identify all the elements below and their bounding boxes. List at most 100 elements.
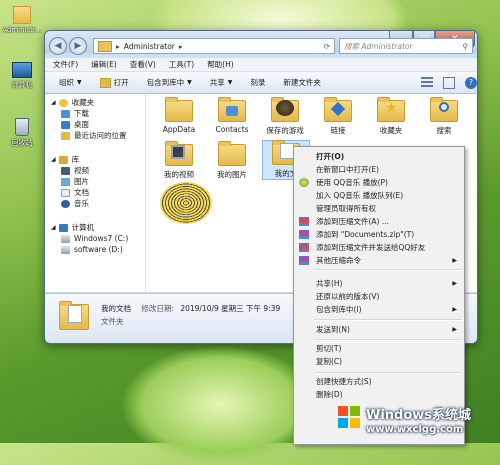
menu-item-send-to[interactable]: 发送到(N) ▶ bbox=[294, 323, 464, 336]
desktop-icon-label: 回收站 bbox=[11, 139, 33, 147]
menu-item-label: 打开(O) bbox=[316, 152, 345, 161]
nav-item-pictures[interactable]: 图片 bbox=[45, 176, 145, 187]
download-icon bbox=[61, 109, 70, 118]
refresh-icon[interactable]: ⟳ bbox=[324, 42, 330, 51]
nav-libraries-header[interactable]: ◢ 库 bbox=[45, 154, 145, 165]
site-watermark: Windows系统城 www.wxclgg.com bbox=[330, 400, 498, 442]
contacts-folder-icon bbox=[218, 97, 246, 122]
menu-item-include-library[interactable]: 包含到库中(I) ▶ bbox=[294, 303, 464, 316]
include-library-button[interactable]: 包含到库中 ▼ bbox=[147, 77, 192, 88]
help-icon[interactable]: ? bbox=[465, 76, 477, 89]
menu-item-add-to-zip[interactable]: 添加到 "Documents.zip"(T) bbox=[294, 228, 464, 241]
menu-edit[interactable]: 编辑(E) bbox=[91, 59, 117, 70]
nav-item-drive-c[interactable]: Windows7 (C:) bbox=[45, 233, 145, 244]
menu-item-label: 管理员取得所有权 bbox=[316, 204, 376, 213]
menu-item-share[interactable]: 共享(H) ▶ bbox=[294, 277, 464, 290]
file-item-favorites[interactable]: ★ 收藏夹 bbox=[368, 97, 414, 136]
menu-item-restore-previous[interactable]: 还原以前的版本(V) bbox=[294, 290, 464, 303]
menu-item-label: 剪切(T) bbox=[316, 344, 342, 353]
nav-item-videos[interactable]: 视频 bbox=[45, 165, 145, 176]
search-icon[interactable]: ⚲ bbox=[463, 42, 469, 51]
file-item-saved-games[interactable]: 保存的游戏 bbox=[262, 97, 308, 136]
chevron-down-icon: ◢ bbox=[51, 224, 56, 231]
nav-favorites-header[interactable]: ◢ 收藏夹 bbox=[45, 97, 145, 108]
menu-item-label: 加入 QQ音乐 播放队列(E) bbox=[316, 191, 404, 200]
view-options-icon[interactable] bbox=[421, 76, 433, 89]
menu-item-copy[interactable]: 复制(C) bbox=[294, 355, 464, 368]
menu-item-label: 添加到压缩文件(A) ... bbox=[316, 217, 390, 226]
menu-item-open[interactable]: 打开(O) bbox=[294, 150, 464, 163]
back-button[interactable]: ◀ bbox=[49, 37, 67, 55]
scribble-decoration bbox=[160, 182, 212, 224]
watermark-url: www.wxclgg.com bbox=[366, 424, 464, 435]
nav-label: 库 bbox=[71, 155, 80, 164]
menu-item-create-shortcut[interactable]: 创建快捷方式(S) bbox=[294, 375, 464, 388]
desktop-icon-administrator[interactable]: Administr... bbox=[0, 6, 44, 34]
music-icon bbox=[61, 199, 70, 208]
nav-label: 计算机 bbox=[71, 223, 95, 232]
menu-separator bbox=[314, 372, 462, 374]
breadcrumb[interactable]: Administrator bbox=[124, 42, 175, 51]
nav-item-downloads[interactable]: 下载 bbox=[45, 108, 145, 119]
file-item-my-videos[interactable]: 我的视频 bbox=[156, 141, 202, 180]
address-bar[interactable]: ▸ Administrator ▸ ⟳ bbox=[93, 38, 335, 54]
forward-button[interactable]: ▶ bbox=[69, 37, 87, 55]
organize-button[interactable]: 组织 ▼ bbox=[59, 77, 82, 88]
nav-item-drive-d[interactable]: software (D:) bbox=[45, 244, 145, 255]
nav-computer-header[interactable]: ◢ 计算机 bbox=[45, 222, 145, 233]
menu-item-open-new-window[interactable]: 在新窗口中打开(E) bbox=[294, 163, 464, 176]
details-modified-value: 2019/10/9 星期三 下午 9:39 bbox=[180, 304, 281, 313]
organize-label: 组织 bbox=[59, 78, 74, 87]
open-icon bbox=[99, 77, 111, 88]
open-label: 打开 bbox=[113, 78, 129, 87]
menu-item-label: 复制(C) bbox=[316, 357, 343, 366]
documents-icon bbox=[61, 188, 70, 197]
desktop-icon-recycle-bin[interactable]: 回收站 bbox=[0, 118, 44, 148]
windows-logo-icon bbox=[338, 406, 360, 428]
menu-item-label: 其他压缩命令 bbox=[316, 256, 361, 265]
nav-label: 图片 bbox=[74, 177, 89, 186]
menu-item-archive-send-qq[interactable]: 添加到压缩文件并发送给QQ好友 bbox=[294, 241, 464, 254]
share-button[interactable]: 共享 ▼ bbox=[210, 77, 233, 88]
nav-item-desktop[interactable]: 桌面 bbox=[45, 119, 145, 130]
nav-item-documents[interactable]: 文档 bbox=[45, 187, 145, 198]
details-line-1: 我的文档 修改日期: 2019/10/9 星期三 下午 9:39 bbox=[101, 303, 280, 314]
menu-file[interactable]: 文件(F) bbox=[53, 59, 78, 70]
menu-item-qq-music-play[interactable]: 使用 QQ音乐 播放(P) bbox=[294, 176, 464, 189]
file-item-contacts[interactable]: Contacts bbox=[209, 97, 255, 134]
folder-icon bbox=[165, 97, 193, 122]
menu-help[interactable]: 帮助(H) bbox=[207, 59, 234, 70]
menu-view[interactable]: 查看(V) bbox=[130, 59, 156, 70]
new-folder-button[interactable]: 新建文件夹 bbox=[283, 77, 321, 88]
nav-item-music[interactable]: 音乐 bbox=[45, 198, 145, 209]
breadcrumb-chevron[interactable]: ▸ bbox=[179, 42, 183, 51]
search-input[interactable]: 搜索 Administrator ⚲ bbox=[339, 38, 473, 54]
desktop-icon-computer[interactable]: 计算机 bbox=[0, 62, 44, 90]
submenu-arrow-icon: ▶ bbox=[452, 257, 457, 264]
menu-item-add-to-archive[interactable]: 添加到压缩文件(A) ... bbox=[294, 215, 464, 228]
menu-item-label: 包含到库中(I) bbox=[316, 305, 362, 314]
nav-label: Windows7 (C:) bbox=[74, 234, 129, 243]
file-name: 搜索 bbox=[436, 126, 452, 135]
file-item-my-pictures[interactable]: 我的图片 bbox=[209, 141, 255, 180]
menu-item-cut[interactable]: 剪切(T) bbox=[294, 342, 464, 355]
file-name: 链接 bbox=[330, 126, 346, 135]
file-item-links[interactable]: 链接 bbox=[315, 97, 361, 136]
menu-item-take-ownership[interactable]: 管理员取得所有权 bbox=[294, 202, 464, 215]
preview-pane-icon[interactable] bbox=[443, 76, 455, 89]
menu-tools[interactable]: 工具(T) bbox=[169, 59, 194, 70]
include-library-label: 包含到库中 bbox=[146, 78, 185, 87]
navigation-pane: ◢ 收藏夹 下载 桌面 最近访问的位置 ◢ 库 视频 图片 文档 音乐 ◢ 计算… bbox=[45, 94, 146, 292]
menu-item-label: 创建快捷方式(S) bbox=[316, 377, 372, 386]
chevron-down-icon: ◢ bbox=[51, 156, 56, 163]
open-button[interactable]: 打开 bbox=[99, 77, 129, 88]
menu-item-qq-music-queue[interactable]: 加入 QQ音乐 播放队列(E) bbox=[294, 189, 464, 202]
winrar-icon bbox=[299, 243, 309, 252]
nav-item-recent[interactable]: 最近访问的位置 bbox=[45, 130, 145, 141]
file-item-searches[interactable]: 搜索 bbox=[421, 97, 467, 136]
wallpaper-drop bbox=[120, 345, 320, 465]
menu-item-other-compress[interactable]: 其他压缩命令 ▶ bbox=[294, 254, 464, 267]
burn-button[interactable]: 刻录 bbox=[250, 77, 265, 88]
pictures-icon bbox=[61, 177, 70, 186]
file-item-appdata[interactable]: AppData bbox=[156, 97, 202, 134]
